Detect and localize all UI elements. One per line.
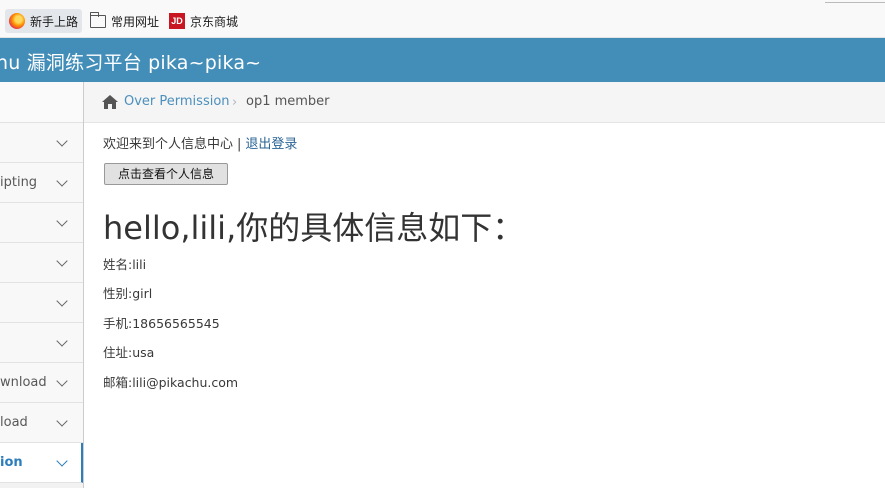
bookmark-label: 京东商城: [190, 14, 239, 29]
sidebar-item-over-permission[interactable]: ion: [0, 443, 83, 483]
chevron-down-icon: [56, 135, 68, 147]
info-name: 姓名:lili: [103, 257, 147, 272]
chevron-down-icon: [56, 335, 68, 347]
sidebar-item-xss[interactable]: ipting: [0, 163, 83, 203]
welcome-line: 欢迎来到个人信息中心 | 退出登录: [103, 133, 297, 152]
breadcrumb-current: op1 member: [246, 94, 330, 109]
folder-icon: [89, 11, 106, 28]
sidebar: ipting wnload load ion: [0, 82, 84, 488]
info-address: 住址:usa: [103, 345, 155, 360]
jd-icon: JD: [169, 13, 185, 29]
chevron-down-icon: [56, 215, 68, 227]
separator: |: [237, 137, 242, 152]
sidebar-item-1[interactable]: [0, 123, 83, 163]
breadcrumb-link[interactable]: Over Permission: [124, 94, 230, 109]
firefox-icon: [9, 13, 25, 29]
chevron-down-icon: [56, 255, 68, 267]
site-header: hu 漏洞练习平台 pika~pika~: [0, 38, 885, 82]
chevron-down-icon: [56, 375, 68, 387]
page-title: hello,lili,你的具体信息如下：: [103, 209, 525, 247]
chevron-down-icon: [56, 415, 68, 427]
sidebar-item-download[interactable]: wnload: [0, 363, 83, 403]
sidebar-item-4[interactable]: [0, 243, 83, 283]
breadcrumb: Over Permission › op1 member: [84, 82, 885, 123]
bookmark-newbie[interactable]: 新手上路: [5, 9, 83, 33]
chevron-down-icon: [56, 175, 68, 187]
chevron-down-icon: [56, 295, 68, 307]
bookmark-label: 常用网址: [111, 14, 160, 29]
info-phone: 手机:18656565545: [103, 316, 220, 331]
site-title[interactable]: hu 漏洞练习平台 pika~pika~: [0, 48, 261, 75]
sidebar-item-3[interactable]: [0, 203, 83, 243]
bookmarks-bar: 新手上路 常用网址 JD 京东商城: [0, 0, 885, 38]
logout-link[interactable]: 退出登录: [245, 137, 297, 152]
welcome-text: 欢迎来到个人信息中心: [103, 137, 234, 152]
window-edge: [825, 0, 885, 3]
sidebar-item-label: wnload: [0, 375, 47, 390]
view-profile-button[interactable]: 点击查看个人信息: [104, 163, 228, 185]
bookmark-label: 新手上路: [30, 14, 79, 29]
sidebar-item-5[interactable]: [0, 283, 83, 323]
sidebar-item-6[interactable]: [0, 323, 83, 363]
sidebar-item-label: ion: [0, 455, 23, 470]
bookmark-common-sites[interactable]: 常用网址: [89, 9, 160, 33]
sidebar-item-upload[interactable]: load: [0, 403, 83, 443]
info-gender: 性别:girl: [103, 286, 153, 301]
info-email: 邮箱:lili@pikachu.com: [103, 375, 239, 390]
bookmark-jd[interactable]: JD 京东商城: [169, 9, 238, 33]
sidebar-item-label: load: [0, 415, 28, 430]
home-icon: [102, 95, 118, 109]
sidebar-item-label: ipting: [0, 175, 38, 190]
chevron-down-icon: [56, 455, 68, 467]
main-content: 欢迎来到个人信息中心 | 退出登录 点击查看个人信息 hello,lili,你的具体…: [84, 123, 885, 488]
sidebar-shortcuts: [0, 82, 83, 123]
breadcrumb-separator: ›: [232, 95, 238, 110]
